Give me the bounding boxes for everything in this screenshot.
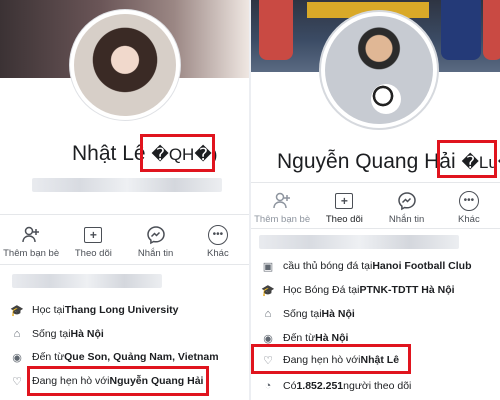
info-row-education: 🎓 Học Bóng Đá tại PTNK-TDTT Hà Nội [261, 284, 455, 297]
info-link[interactable]: Hà Nội [322, 308, 355, 320]
profile-name-text: Nhật Lê [72, 142, 146, 165]
divider [0, 264, 249, 265]
info-link[interactable]: Hà Nội [71, 328, 104, 340]
blurred-bio [32, 178, 222, 192]
info-row-work: ▣ cầu thủ bóng đá tại Hanoi Football Clu… [262, 260, 472, 273]
info-link[interactable]: Hanoi Football Club [372, 260, 471, 272]
info-row-home: ⌂ Sống tại Hà Nội [251, 304, 500, 324]
cover-figure [483, 0, 500, 60]
add-friend-button[interactable]: Thêm bạn bè [1, 224, 61, 259]
follow-button[interactable]: + Theo dõi [314, 190, 374, 225]
add-friend-button[interactable]: Thêm bạn bè [252, 190, 312, 225]
action-label: Nhắn tin [388, 214, 425, 225]
blurred-row [12, 274, 162, 288]
profile-actions: Thêm bạn bè + Theo dõi Nhắn tin ••• Khác [251, 190, 500, 225]
add-friend-icon [271, 190, 293, 212]
info-link[interactable]: Que Son, Quảng Nam, Vietnam [64, 351, 218, 363]
action-label: Theo dõi [325, 214, 363, 225]
action-label: Khác [458, 214, 480, 225]
profile-panel-left: Nhật Lê �QH�) Thêm bạn bè + Theo dõi Nhắ… [0, 0, 249, 400]
heart-icon: ♡ [12, 375, 22, 388]
info-row-hometown: ◉ Đến từ Que Son, Quảng Nam, Vietnam [0, 347, 249, 367]
add-friend-icon [20, 224, 42, 246]
profile-avatar[interactable] [321, 12, 437, 128]
more-icon: ••• [458, 190, 480, 212]
action-label: Thêm bạn bè [254, 214, 311, 225]
highlight-box-relationship [27, 366, 209, 396]
avatar-photo [74, 14, 176, 116]
info-row-education: 🎓 Học tại Thang Long University [10, 304, 179, 317]
info-row-home: ⌂ Sống tại Hà Nội [0, 324, 249, 344]
location-icon: ◉ [12, 351, 22, 364]
cover-figure [259, 0, 293, 60]
cover-figure [441, 0, 481, 60]
location-icon: ◉ [263, 332, 273, 345]
action-label: Thêm bạn bè [3, 248, 60, 259]
profile-actions: Thêm bạn bè + Theo dõi Nhắn tin ••• Khác [0, 224, 249, 259]
highlight-box-name [140, 134, 215, 172]
football-graphic [371, 84, 401, 114]
follower-count: 1.852.251 [296, 380, 344, 392]
more-button[interactable]: ••• Khác [439, 190, 499, 225]
highlight-box-relationship [251, 344, 411, 374]
education-icon: 🎓 [10, 304, 24, 317]
follow-icon: + [82, 224, 104, 246]
info-row-followers: ◔ Có 1.852.251 người theo dõi [251, 376, 500, 396]
highlight-box-name [437, 140, 497, 178]
messenger-icon [145, 224, 167, 246]
rss-icon: ◔ [264, 380, 272, 392]
message-button[interactable]: Nhắn tin [377, 190, 437, 225]
follow-icon: + [333, 190, 355, 212]
divider [251, 228, 500, 229]
profile-name-text: Nguyễn Quang Hải [277, 150, 456, 173]
avatar-photo [325, 16, 433, 124]
profile-panel-right: Nguyễn Quang Hải �Lu�) Thêm bạn bè + The… [251, 0, 500, 400]
divider [251, 182, 500, 183]
divider [0, 214, 249, 215]
home-icon: ⌂ [264, 308, 272, 320]
info-link[interactable]: PTNK-TDTT Hà Nội [359, 284, 454, 296]
follow-button[interactable]: + Theo dõi [63, 224, 123, 259]
info-link[interactable]: Hà Nội [315, 332, 348, 344]
action-label: Theo dõi [74, 248, 112, 259]
work-icon: ▣ [262, 260, 274, 273]
info-link[interactable]: Thang Long University [65, 304, 179, 316]
more-button[interactable]: ••• Khác [188, 224, 248, 259]
message-button[interactable]: Nhắn tin [126, 224, 186, 259]
profile-avatar[interactable] [70, 10, 180, 120]
more-icon: ••• [207, 224, 229, 246]
action-label: Khác [207, 248, 229, 259]
messenger-icon [396, 190, 418, 212]
action-label: Nhắn tin [137, 248, 174, 259]
home-icon: ⌂ [13, 328, 21, 340]
blurred-row [259, 235, 459, 249]
education-icon: 🎓 [261, 284, 275, 297]
